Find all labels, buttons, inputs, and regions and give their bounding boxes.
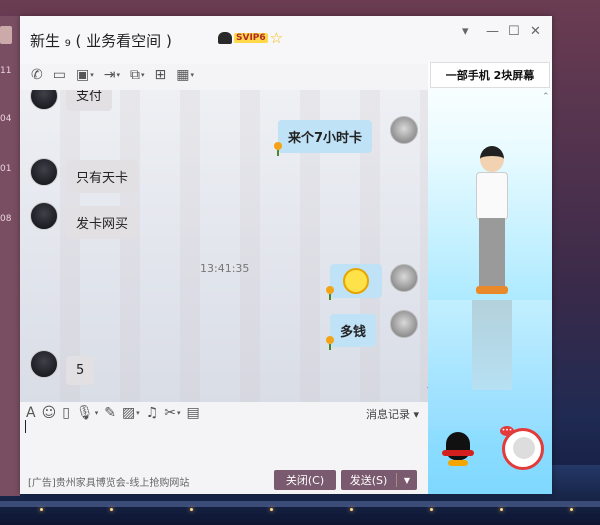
- contact-avatar[interactable]: [30, 202, 58, 230]
- screenshot-icon[interactable]: ✂ ▾: [164, 405, 180, 421]
- image-icon[interactable]: ▨ ▾: [122, 405, 140, 421]
- contact-avatar[interactable]: [30, 350, 58, 378]
- my-avatar[interactable]: [390, 310, 418, 338]
- voice-icon[interactable]: 🎙 ▾: [76, 405, 98, 421]
- contact-title[interactable]: 新生 ₉ ( 业务看空间 ): [30, 30, 172, 51]
- close-window-button[interactable]: ✕: [530, 24, 541, 39]
- flower-icon: [324, 286, 336, 300]
- svip-badge[interactable]: SVIP6 ☆: [218, 29, 284, 47]
- contact-avatar[interactable]: [30, 158, 58, 186]
- chat-window: 新生 ₉ ( 业务看空间 ) SVIP6 ☆ ▾ — ☐ ✕ ✆ ▭ ▣ ▾ ⇥ ▾…: [20, 16, 552, 494]
- music-icon[interactable]: ♫: [146, 405, 159, 421]
- bridge-decoration: [0, 501, 600, 507]
- gif-icon[interactable]: ▯: [62, 405, 70, 421]
- message-history-button[interactable]: 消息记录 ▾: [366, 406, 419, 422]
- text-caret: [25, 420, 26, 433]
- character-reflection: [472, 300, 512, 390]
- phone-icon[interactable]: ✆: [28, 67, 46, 83]
- ad-link[interactable]: [广告]贵州家具博览会-线上抢购网站: [28, 474, 189, 489]
- message-list[interactable]: 支付 来个7小时卡 只有天卡 发卡网买 13:41:35 多钱 5 ⌄: [20, 90, 428, 402]
- qq-penguin-icon[interactable]: [442, 432, 474, 468]
- apps-grid-icon[interactable]: ▦ ▾: [173, 67, 197, 83]
- message-input[interactable]: [20, 424, 428, 464]
- font-icon[interactable]: A: [26, 405, 36, 421]
- message-bubble[interactable]: 只有天卡: [66, 160, 139, 193]
- scroll-up-icon[interactable]: ⌃: [542, 92, 550, 102]
- send-options-chevron-icon[interactable]: ▼: [397, 476, 417, 485]
- handwrite-icon[interactable]: ✎: [104, 405, 116, 421]
- my-avatar[interactable]: [390, 264, 418, 292]
- footer-bar: [广告]贵州家具博览会-线上抢购网站 关闭(C) 发送(S) ▼: [20, 462, 428, 494]
- flower-icon: [324, 336, 336, 350]
- background-window-tab: [0, 26, 12, 44]
- emoji-icon[interactable]: ☺: [42, 405, 57, 421]
- background-label: 04: [0, 114, 12, 124]
- add-app-icon[interactable]: ⊞: [151, 67, 169, 83]
- message-bubble[interactable]: 发卡网买: [66, 206, 139, 239]
- background-label: 01: [0, 164, 12, 174]
- background-label: 11: [0, 66, 12, 76]
- flower-icon: [272, 142, 284, 156]
- my-avatar[interactable]: [390, 116, 418, 144]
- message-bubble[interactable]: 多钱: [330, 314, 377, 347]
- ad-banner[interactable]: 一部手机 2块屏幕: [430, 62, 550, 88]
- message-timestamp: 13:41:35: [200, 262, 250, 275]
- message-bubble[interactable]: 来个7小时卡: [278, 120, 373, 153]
- background-window-strip: 11 04 01 08: [0, 16, 20, 496]
- maximize-button[interactable]: ☐: [508, 24, 520, 39]
- chat-toolbar: ✆ ▭ ▣ ▾ ⇥ ▾ ⧉ ▾ ⊞ ▦ ▾: [28, 64, 197, 86]
- side-show-panel[interactable]: 一部手机 2块屏幕 ⌃ •••: [428, 62, 552, 494]
- send-button[interactable]: 发送(S) ▼: [341, 470, 417, 490]
- show-character[interactable]: [472, 146, 512, 301]
- message-bubble[interactable]: 支付: [66, 90, 113, 111]
- transfer-icon[interactable]: ⇥ ▾: [101, 67, 123, 83]
- confused-emoji-icon: [343, 268, 369, 294]
- video-icon[interactable]: ▭: [50, 67, 69, 83]
- star-icon: ☆: [269, 29, 284, 47]
- speech-bubble-icon: •••: [500, 426, 514, 436]
- history-label: 消息记录: [366, 408, 410, 421]
- screen-share-icon[interactable]: ▣ ▾: [73, 67, 97, 83]
- pin-icon[interactable]: ▾: [462, 24, 469, 39]
- emoji-message[interactable]: [330, 264, 382, 298]
- title-bar: 新生 ₉ ( 业务看空间 ) SVIP6 ☆ ▾ — ☐ ✕: [20, 16, 552, 64]
- minimize-button[interactable]: —: [486, 24, 499, 39]
- send-label: 发送(S): [349, 474, 388, 487]
- close-button[interactable]: 关闭(C): [274, 470, 336, 490]
- folder-icon[interactable]: ▤: [187, 405, 200, 421]
- background-label: 08: [0, 214, 12, 224]
- penguin-crown-icon: [218, 32, 232, 44]
- svip-level: SVIP6: [234, 33, 268, 43]
- remote-desktop-icon[interactable]: ⧉ ▾: [127, 67, 148, 83]
- message-bubble[interactable]: 5: [66, 356, 95, 385]
